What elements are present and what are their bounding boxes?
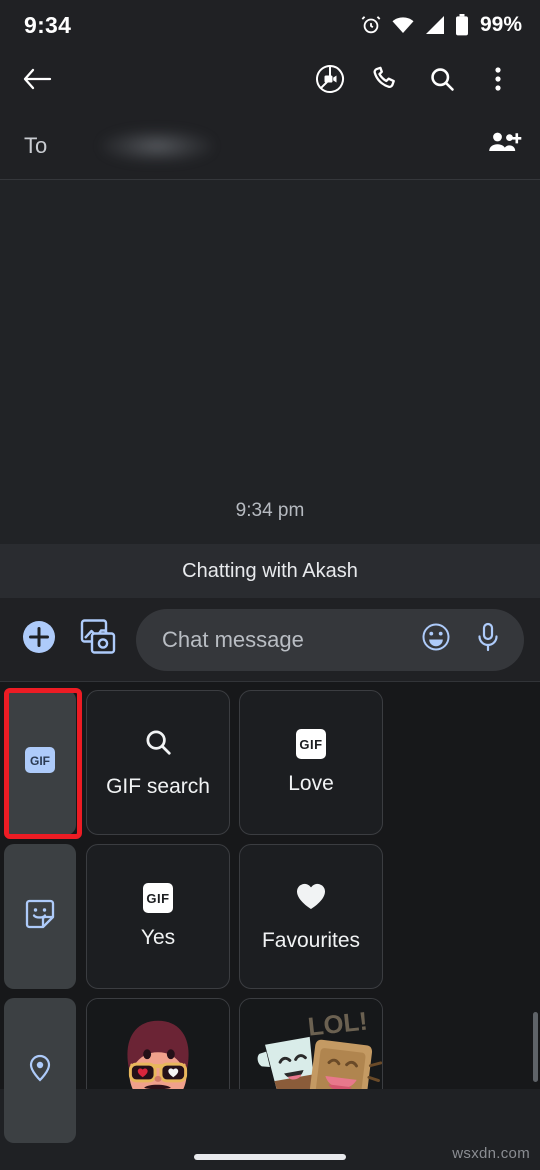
tile-gif-love[interactable]: GIF Love bbox=[239, 690, 383, 835]
gif-badge-icon: GIF bbox=[143, 883, 173, 913]
more-vert-icon bbox=[494, 65, 502, 98]
emoji-button[interactable] bbox=[416, 620, 456, 660]
tile-label: Love bbox=[288, 772, 334, 795]
tile-label: Favourites bbox=[261, 928, 361, 952]
heart-icon bbox=[295, 881, 327, 916]
phone-call-icon bbox=[372, 65, 400, 98]
tile-sticker-heart-sunglasses[interactable] bbox=[86, 998, 230, 1089]
media-picker: GIF GIF search GIF Love GIF Yes Favourit… bbox=[0, 682, 540, 1143]
tile-label: GIF search bbox=[106, 774, 210, 798]
tile-sticker-lol[interactable]: LOL! bbox=[239, 998, 383, 1089]
video-call-button[interactable] bbox=[302, 53, 358, 109]
gesture-nav-pill[interactable] bbox=[194, 1154, 346, 1160]
overflow-menu-button[interactable] bbox=[470, 53, 526, 109]
conversation-body: 9:34 pm bbox=[0, 180, 540, 544]
tile-gif-search[interactable]: GIF search bbox=[86, 690, 230, 835]
picker-scrollbar[interactable] bbox=[533, 1012, 538, 1082]
chat-status-banner: Chatting with Akash bbox=[0, 544, 540, 598]
battery-icon bbox=[455, 14, 469, 36]
add-people-icon bbox=[488, 132, 522, 160]
message-timestamp: 9:34 pm bbox=[235, 500, 305, 521]
gallery-camera-button[interactable] bbox=[76, 617, 122, 663]
status-time: 9:34 bbox=[24, 11, 72, 38]
sticker-lol-milk-toast-art: LOL! bbox=[240, 999, 382, 1089]
watermark: wsxdn.com bbox=[452, 1145, 530, 1162]
back-button[interactable] bbox=[22, 53, 70, 109]
gif-tab[interactable]: GIF bbox=[4, 690, 76, 835]
microphone-icon bbox=[473, 621, 503, 658]
video-call-icon bbox=[315, 64, 345, 99]
svg-text:GIF: GIF bbox=[30, 754, 50, 768]
signal-icon bbox=[424, 15, 446, 35]
status-bar: 9:34 99% bbox=[0, 0, 540, 50]
picker-grid: GIF search GIF Love GIF Yes Favourites L… bbox=[80, 682, 540, 1089]
tile-gif-yes[interactable]: GIF Yes bbox=[86, 844, 230, 989]
sticker-face-heart-sunglasses-art bbox=[87, 999, 229, 1089]
chat-message-input[interactable]: Chat message bbox=[136, 608, 524, 671]
search-button[interactable] bbox=[414, 53, 470, 109]
location-tab[interactable] bbox=[4, 998, 76, 1143]
emoji-icon bbox=[420, 621, 452, 658]
gif-badge-icon: GIF bbox=[296, 729, 326, 759]
gallery-camera-icon bbox=[79, 618, 119, 661]
to-label: To bbox=[24, 132, 48, 158]
tile-label: Yes bbox=[140, 926, 176, 949]
voice-input-button[interactable] bbox=[468, 620, 508, 660]
wifi-icon bbox=[391, 15, 415, 35]
conversation-toolbar bbox=[0, 50, 540, 112]
location-pin-icon bbox=[24, 1052, 56, 1089]
recipient-redacted-value[interactable] bbox=[101, 128, 214, 163]
gif-icon: GIF bbox=[23, 743, 57, 782]
phone-call-button[interactable] bbox=[358, 53, 414, 109]
alarm-icon bbox=[360, 14, 382, 36]
tile-favourites[interactable]: Favourites bbox=[239, 844, 383, 989]
search-icon bbox=[143, 727, 173, 762]
search-icon bbox=[428, 65, 456, 98]
battery-percent: 99% bbox=[479, 13, 522, 36]
back-arrow-icon bbox=[22, 66, 52, 97]
recipient-row[interactable]: To bbox=[0, 112, 540, 180]
compose-bar: Chat message bbox=[0, 598, 540, 682]
sticker-icon bbox=[23, 897, 57, 936]
chat-message-placeholder: Chat message bbox=[162, 626, 304, 652]
add-attachment-button[interactable] bbox=[16, 617, 62, 663]
plus-circle-icon bbox=[19, 617, 59, 662]
status-icon-group: 99% bbox=[360, 13, 522, 37]
picker-tab-rail: GIF bbox=[0, 682, 80, 1143]
sticker-tab[interactable] bbox=[4, 844, 76, 989]
add-people-button[interactable] bbox=[488, 130, 522, 161]
